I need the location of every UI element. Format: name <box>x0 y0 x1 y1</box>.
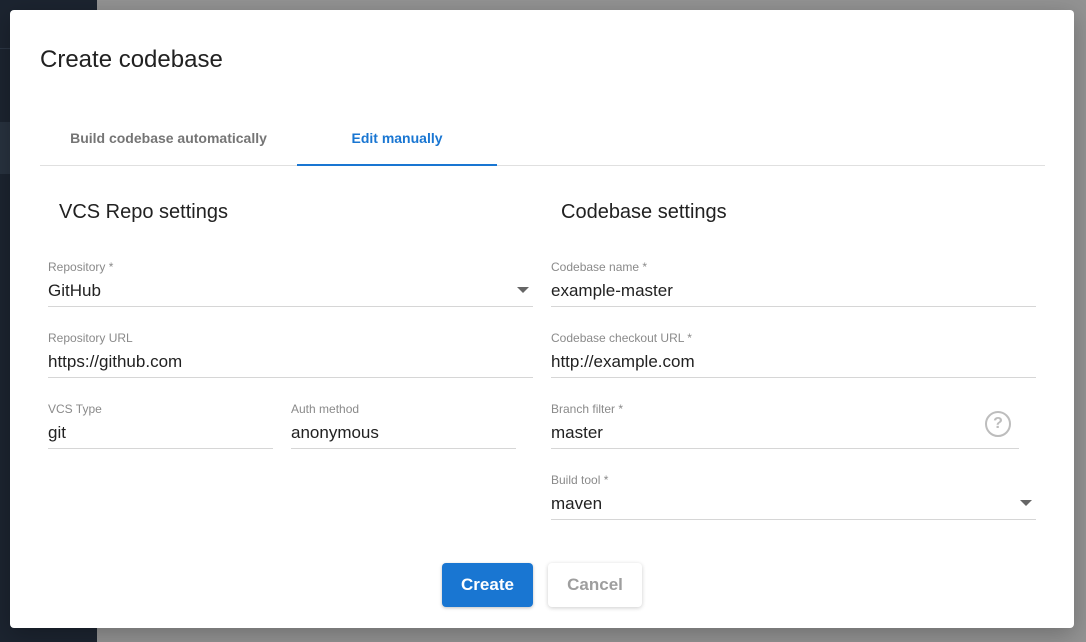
vcs-section-title: VCS Repo settings <box>59 201 228 223</box>
repository-select[interactable]: Repository * GitHub <box>48 260 533 307</box>
build-tool-select[interactable]: Build tool * maven <box>551 473 1036 520</box>
checkout-url-field[interactable]: Codebase checkout URL * <box>551 331 1036 378</box>
create-button[interactable]: Create <box>442 563 533 607</box>
codebase-section-title: Codebase settings <box>561 201 727 223</box>
repository-url-input[interactable] <box>48 352 503 372</box>
checkout-url-label: Codebase checkout URL * <box>551 331 692 345</box>
repository-value: GitHub <box>48 281 101 300</box>
auth-method-field[interactable]: Auth method <box>291 402 516 449</box>
build-tool-label: Build tool * <box>551 473 609 487</box>
chevron-down-icon[interactable] <box>517 287 529 293</box>
repository-label: Repository * <box>48 260 114 274</box>
tab-bar: Build codebase automatically Edit manual… <box>40 110 1045 166</box>
help-icon[interactable]: ? <box>985 411 1011 437</box>
branch-filter-input[interactable] <box>551 423 989 443</box>
codebase-name-input[interactable] <box>551 281 1006 301</box>
branch-filter-field[interactable]: Branch filter * <box>551 402 1019 449</box>
auth-method-label: Auth method <box>291 402 360 416</box>
dialog-title: Create codebase <box>40 46 223 73</box>
repository-url-field[interactable]: Repository URL <box>48 331 533 378</box>
branch-filter-label: Branch filter * <box>551 402 624 416</box>
tab-build-automatically[interactable]: Build codebase automatically <box>40 110 297 165</box>
vcs-type-field[interactable]: VCS Type <box>48 402 273 449</box>
create-codebase-dialog: Create codebase Build codebase automatic… <box>10 10 1074 628</box>
tab-edit-manually[interactable]: Edit manually <box>297 110 497 166</box>
build-tool-value: maven <box>551 494 603 513</box>
codebase-name-label: Codebase name * <box>551 260 648 274</box>
vcs-type-input[interactable] <box>48 423 243 443</box>
codebase-name-field[interactable]: Codebase name * <box>551 260 1036 307</box>
chevron-down-icon[interactable] <box>1020 500 1032 506</box>
repository-url-label: Repository URL <box>48 331 133 345</box>
cancel-button[interactable]: Cancel <box>548 563 642 607</box>
checkout-url-input[interactable] <box>551 352 1006 372</box>
auth-method-input[interactable] <box>291 423 486 443</box>
vcs-type-label: VCS Type <box>48 402 102 416</box>
